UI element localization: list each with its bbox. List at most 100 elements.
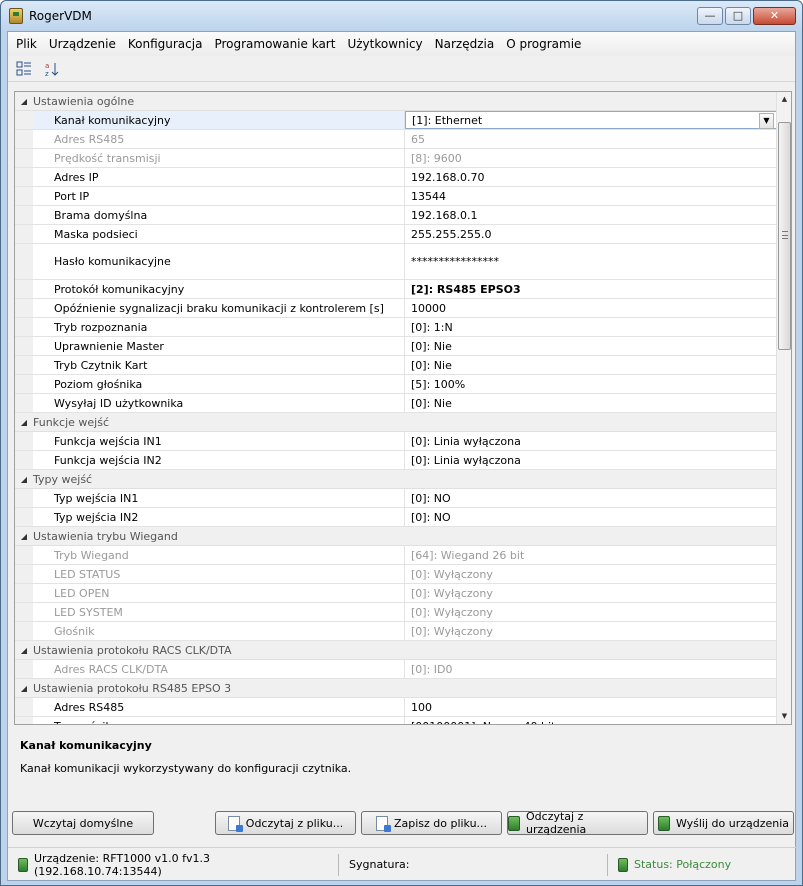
property-name: Tryb rozpoznania [33,318,405,336]
app-icon [9,8,23,24]
collapse-icon[interactable]: ◢ [15,475,33,484]
property-row[interactable]: Adres IP 192.168.0.70 [15,168,777,187]
row-gutter [15,546,33,564]
property-value-text: [0]: Linia wyłączona [411,453,521,467]
collapse-icon[interactable]: ◢ [15,646,33,655]
property-row[interactable]: Port IP 13544 [15,187,777,206]
property-row[interactable]: Typ wejścia IN1 [0]: NO [15,489,777,508]
grid-scrollbar[interactable]: ▲ ▼ [776,92,791,724]
categorized-icon[interactable] [14,59,34,79]
property-row[interactable]: Adres RS485 100 [15,698,777,717]
row-gutter [15,337,33,355]
load-defaults-button[interactable]: Wczytaj domyślne [12,811,154,835]
menu-konfiguracja[interactable]: Konfiguracja [122,34,209,54]
property-name: Opóźnienie sygnalizacji braku komunikacj… [33,299,405,317]
property-row[interactable]: Poziom głośnika [5]: 100% [15,375,777,394]
sort-az-icon[interactable]: az [42,59,62,79]
scroll-up-icon[interactable]: ▲ [777,92,791,107]
property-value[interactable]: **************** [405,244,777,279]
menu-narzedzia[interactable]: Narzędzia [429,34,501,54]
property-row[interactable]: Hasło komunikacyjne **************** [15,244,777,280]
menu-urzadzenie[interactable]: Urządzenie [43,34,122,54]
help-panel: Kanał komunikacyjny Kanał komunikacji wy… [14,731,792,803]
close-button[interactable]: ✕ [753,7,796,25]
property-value[interactable]: 255.255.255.0 [405,225,777,243]
category-header[interactable]: ◢ Ustawienia protokołu RACS CLK/DTA [15,641,777,660]
property-row[interactable]: LED OPEN [0]: Wyłączony [15,584,777,603]
property-row[interactable]: Tryb rozpoznania [0]: 1:N [15,318,777,337]
property-value[interactable]: [00100001]: Numer 40 bit [405,717,777,725]
category-header[interactable]: ◢ Ustawienia ogólne [15,92,777,111]
property-row[interactable]: LED SYSTEM [0]: Wyłączony [15,603,777,622]
property-value[interactable]: [5]: 100% [405,375,777,393]
property-value-text: [0]: Wyłączony [411,624,493,638]
menu-o-programie[interactable]: O programie [500,34,587,54]
property-value[interactable]: [1]: Ethernet ▼ [405,111,777,129]
row-gutter [15,187,33,205]
property-value[interactable]: [2]: RS485 EPSO3 [405,280,777,298]
collapse-icon[interactable]: ◢ [15,532,33,541]
property-value[interactable]: 192.168.0.70 [405,168,777,186]
property-value[interactable]: [0]: Nie [405,356,777,374]
property-value[interactable]: [0]: Linia wyłączona [405,451,777,469]
category-header[interactable]: ◢ Funkcje wejść [15,413,777,432]
property-row[interactable]: Tryb Czytnik Kart [0]: Nie [15,356,777,375]
send-device-button[interactable]: Wyślij do urządzenia [653,811,794,835]
title-bar[interactable]: RogerVDM — □ ✕ [1,1,802,31]
property-row[interactable]: Protokół komunikacyjny [2]: RS485 EPSO3 [15,280,777,299]
app-window: RogerVDM — □ ✕ Plik Urządzenie Konfigura… [0,0,803,886]
category-header[interactable]: ◢ Ustawienia trybu Wiegand [15,527,777,546]
property-value[interactable]: [0]: NO [405,508,777,526]
property-name: Protokół komunikacyjny [33,280,405,298]
property-value[interactable]: 10000 [405,299,777,317]
category-header[interactable]: ◢ Ustawienia protokołu RS485 EPSO 3 [15,679,777,698]
property-row[interactable]: Brama domyślna 192.168.0.1 [15,206,777,225]
property-name: Tryb Czytnik Kart [33,356,405,374]
scroll-thumb[interactable] [778,122,791,350]
property-row[interactable]: Wysyłaj ID użytkownika [0]: Nie [15,394,777,413]
collapse-icon[interactable]: ◢ [15,97,33,106]
category-header[interactable]: ◢ Typy wejść [15,470,777,489]
status-signature: Sygnatura: [339,854,607,876]
property-row[interactable]: Prędkość transmisji [8]: 9600 [15,149,777,168]
property-row[interactable]: Adres RACS CLK/DTA [0]: ID0 [15,660,777,679]
property-row[interactable]: Funkcja wejścia IN2 [0]: Linia wyłączona [15,451,777,470]
property-row[interactable]: LED STATUS [0]: Wyłączony [15,565,777,584]
property-value[interactable]: [0]: Nie [405,337,777,355]
collapse-icon[interactable]: ◢ [15,684,33,693]
property-row[interactable]: Typ wejścia IN2 [0]: NO [15,508,777,527]
scroll-down-icon[interactable]: ▼ [777,709,791,724]
dropdown-arrow-icon[interactable]: ▼ [759,113,774,129]
row-gutter [15,584,33,602]
property-row[interactable]: Tryb Wiegand [64]: Wiegand 26 bit [15,546,777,565]
property-row[interactable]: Maska podsieci 255.255.255.0 [15,225,777,244]
property-row[interactable]: Głośnik [0]: Wyłączony [15,622,777,641]
property-row[interactable]: Adres RS485 65 [15,130,777,149]
property-row[interactable]: Uprawnienie Master [0]: Nie [15,337,777,356]
property-rows: ◢ Ustawienia ogólne Kanał komunikacyjny [1]… [15,92,777,725]
property-value[interactable]: 13544 [405,187,777,205]
property-value[interactable]: 192.168.0.1 [405,206,777,224]
property-row[interactable]: Typ nośnika [00100001]: Numer 40 bit [15,717,777,725]
property-row[interactable]: Opóźnienie sygnalizacji braku komunikacj… [15,299,777,318]
minimize-button[interactable]: — [697,7,723,25]
read-file-button[interactable]: Odczytaj z pliku... [215,811,356,835]
property-value[interactable]: [0]: Nie [405,394,777,412]
menu-uzytkownicy[interactable]: Użytkownicy [341,34,428,54]
save-file-button[interactable]: Zapisz do pliku... [361,811,502,835]
property-value[interactable]: [0]: 1:N [405,318,777,336]
property-row[interactable]: Kanał komunikacyjny [1]: Ethernet ▼ [15,111,777,130]
property-value: [0]: Wyłączony [405,603,777,621]
property-name: LED SYSTEM [33,603,405,621]
property-row[interactable]: Funkcja wejścia IN1 [0]: Linia wyłączona [15,432,777,451]
collapse-icon[interactable]: ◢ [15,418,33,427]
signature-label: Sygnatura: [349,858,410,871]
menu-programowanie-kart[interactable]: Programowanie kart [208,34,341,54]
property-value[interactable]: [0]: Linia wyłączona [405,432,777,450]
property-value[interactable]: 100 [405,698,777,716]
maximize-button[interactable]: □ [725,7,751,25]
property-value[interactable]: [0]: NO [405,489,777,507]
menu-plik[interactable]: Plik [10,34,43,54]
property-name: Poziom głośnika [33,375,405,393]
read-device-button[interactable]: Odczytaj z urządzenia [507,810,648,836]
